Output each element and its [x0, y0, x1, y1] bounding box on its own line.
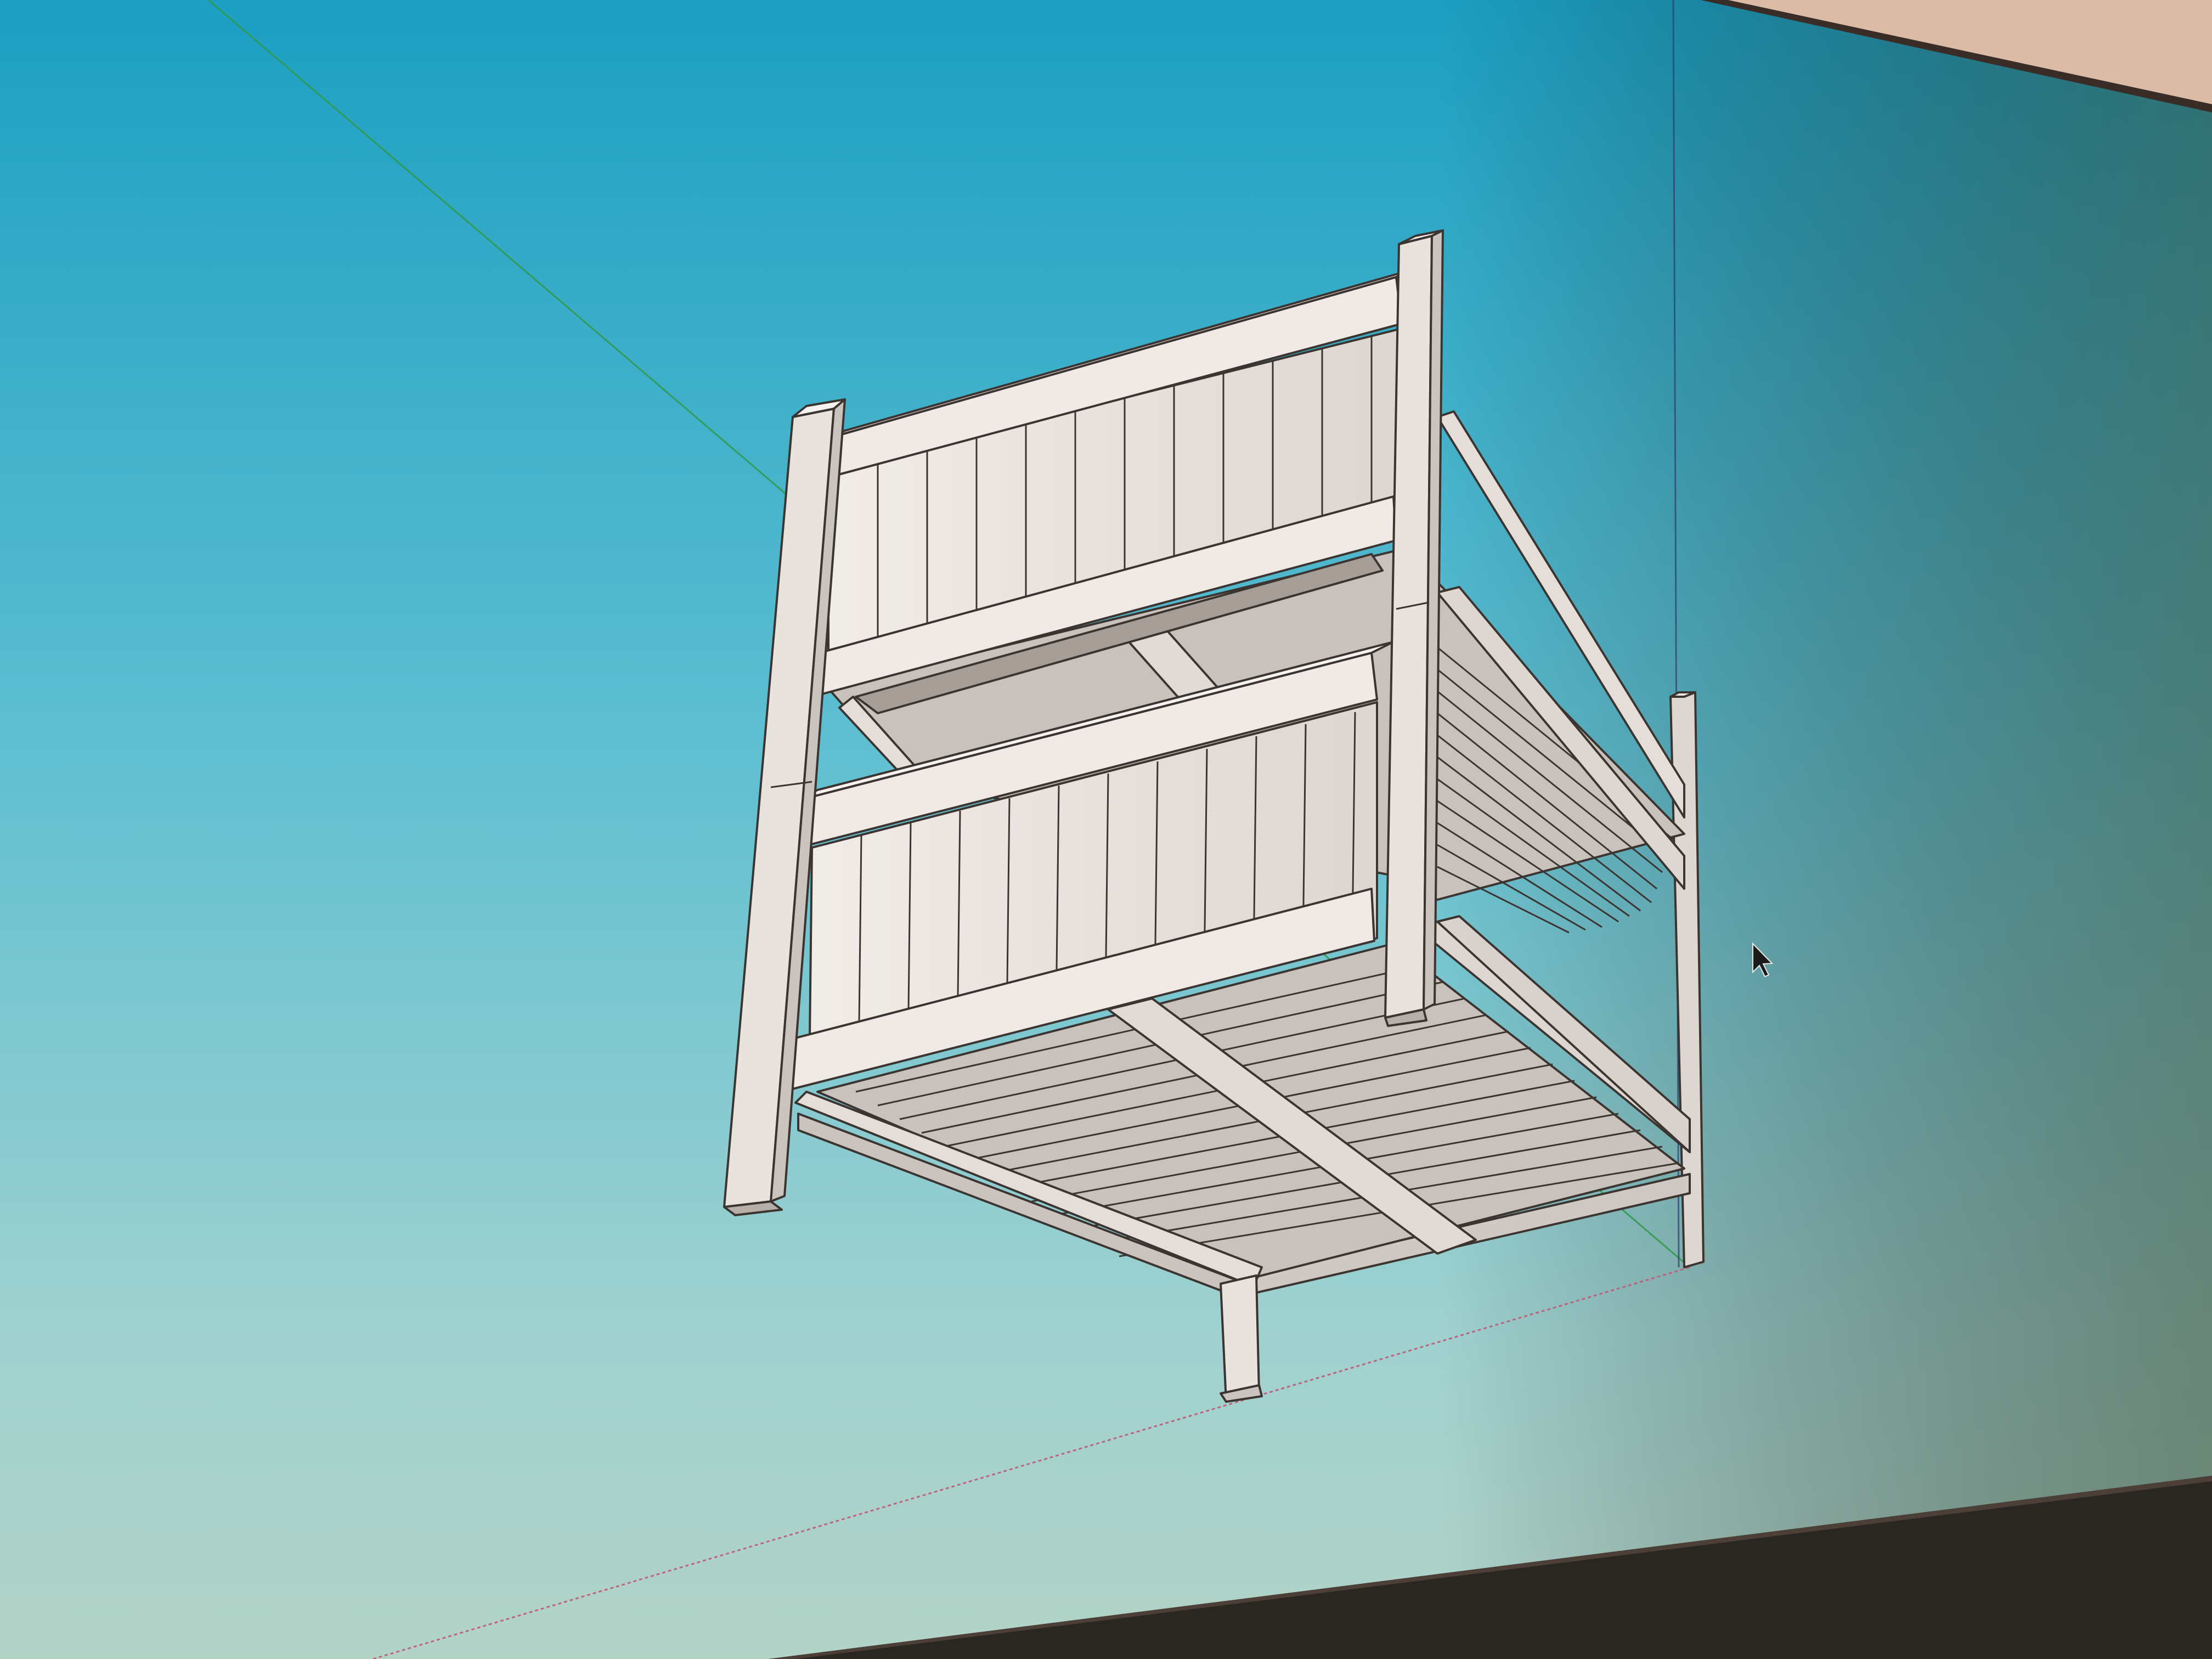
sketchup-viewport[interactable]: [0, 0, 2212, 1659]
monitor-photo: [0, 0, 2212, 1659]
post-front-right-lower: [1220, 1274, 1260, 1403]
